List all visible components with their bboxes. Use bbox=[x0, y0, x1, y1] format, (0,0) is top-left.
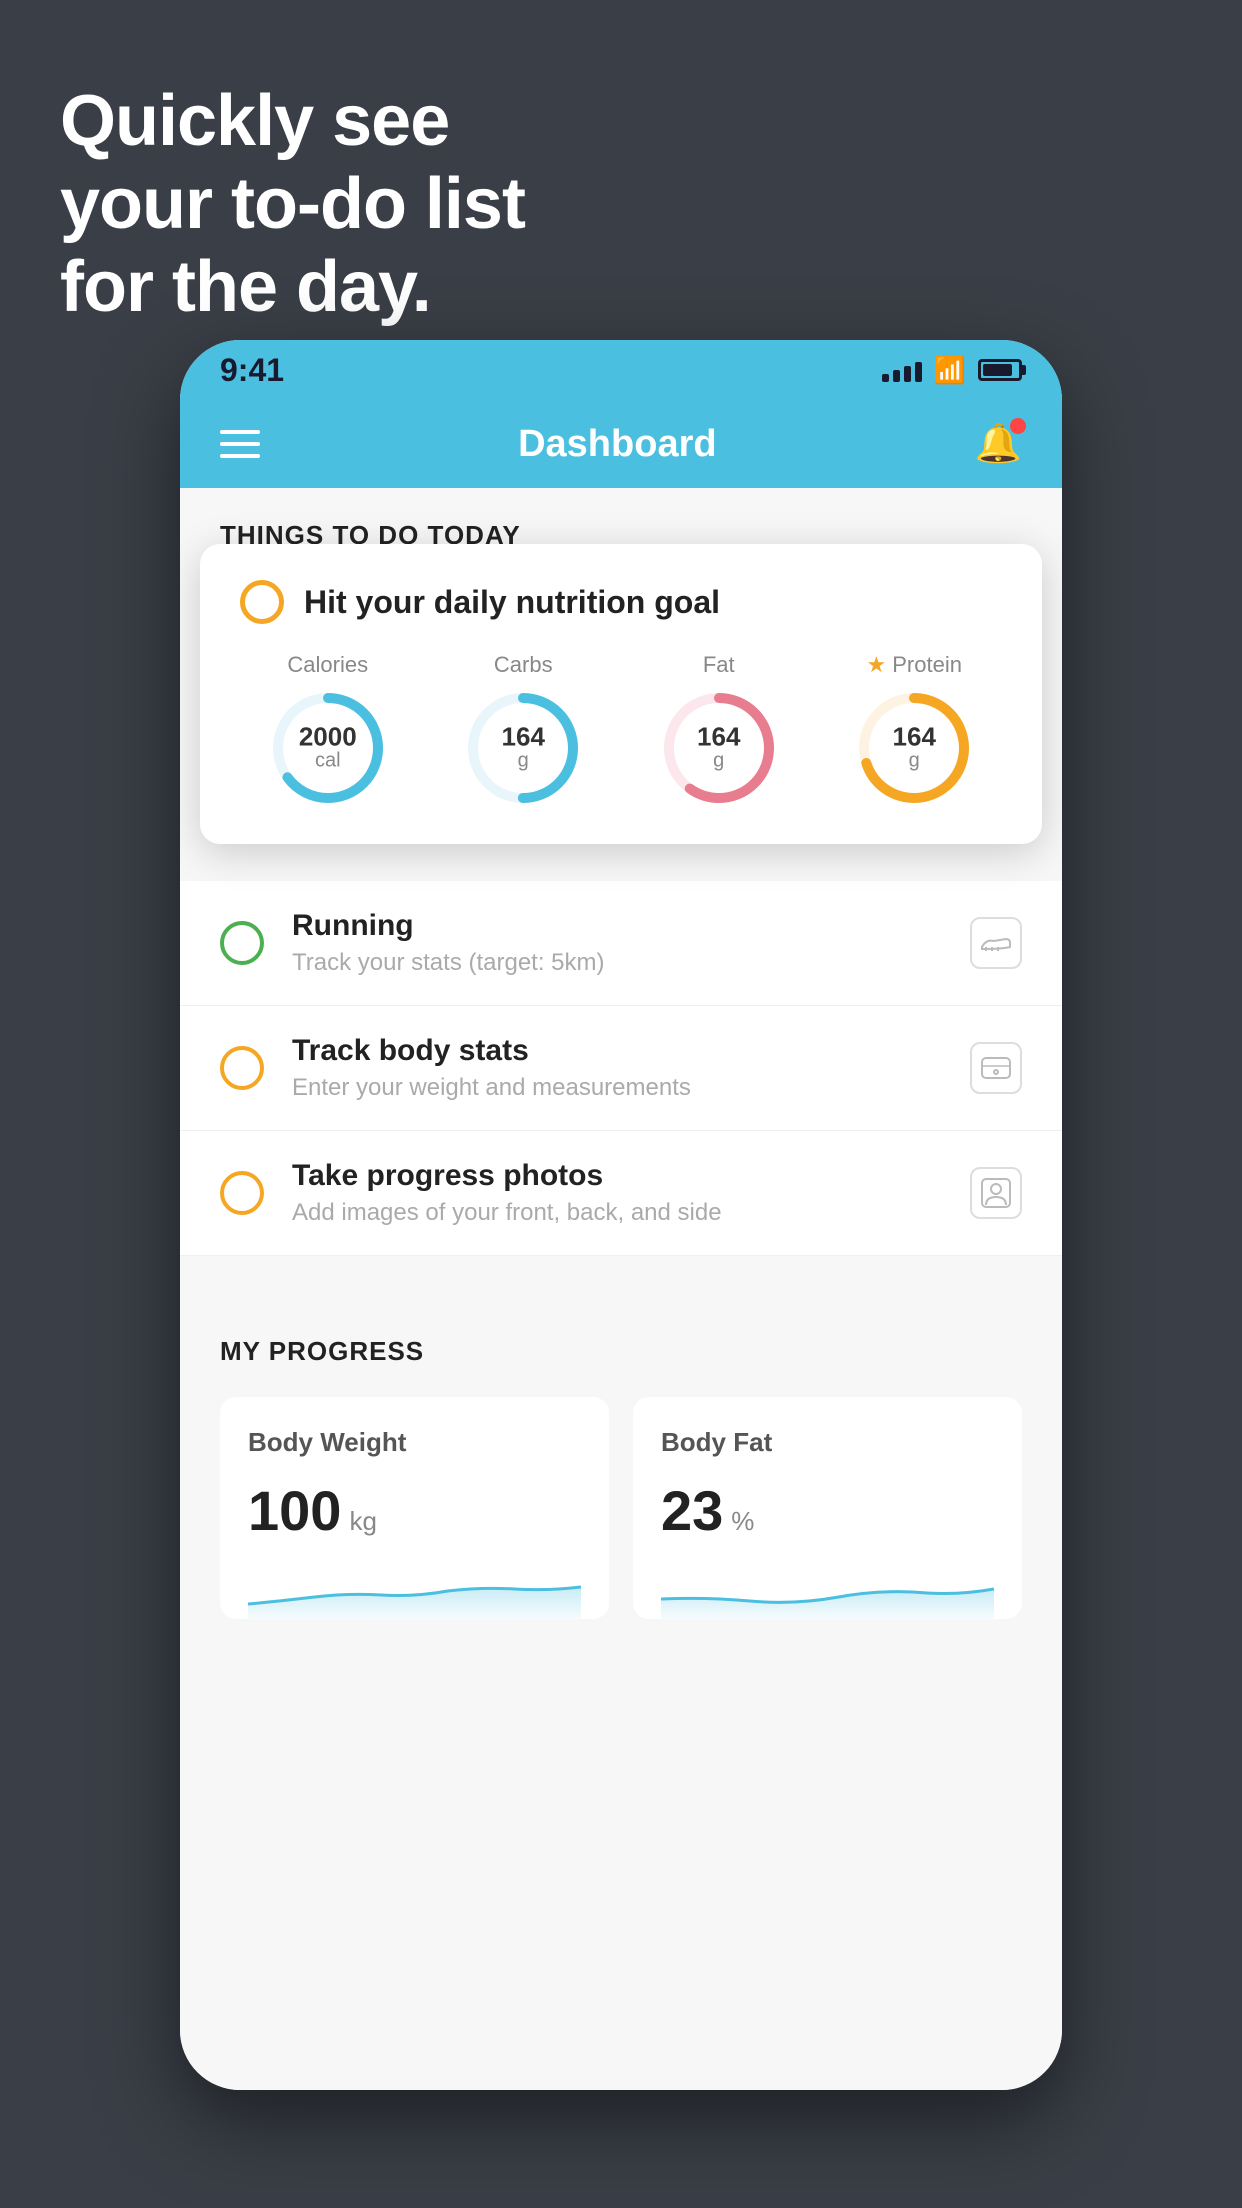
nutrition-card[interactable]: Hit your daily nutrition goal Calories 2… bbox=[200, 544, 1042, 844]
carbs-circle: 164 g bbox=[463, 688, 583, 808]
headline-line1: Quickly see bbox=[60, 80, 525, 163]
status-time: 9:41 bbox=[220, 352, 284, 389]
protein-value: 164 bbox=[893, 724, 936, 750]
body-weight-title: Body Weight bbox=[248, 1427, 581, 1458]
nutrition-carbs: Carbs 164 g bbox=[436, 652, 612, 808]
protein-unit: g bbox=[893, 750, 936, 773]
wifi-icon: 📶 bbox=[934, 355, 966, 386]
star-icon: ★ bbox=[867, 652, 887, 678]
nutrition-protein: ★ Protein 164 g bbox=[827, 652, 1003, 808]
todo-list: Running Track your stats (target: 5km) T… bbox=[180, 881, 1062, 1256]
todo-progress-photos-subtitle: Add images of your front, back, and side bbox=[292, 1199, 942, 1227]
calories-unit: cal bbox=[299, 750, 357, 773]
headline: Quickly see your to-do list for the day. bbox=[60, 80, 525, 328]
calories-value: 2000 bbox=[299, 724, 357, 750]
todo-progress-photos[interactable]: Take progress photos Add images of your … bbox=[180, 1131, 1062, 1256]
headline-line3: for the day. bbox=[60, 246, 525, 329]
nutrition-calories: Calories 2000 cal bbox=[240, 652, 416, 808]
calories-label: Calories bbox=[287, 652, 368, 678]
fat-unit: g bbox=[697, 750, 740, 773]
body-fat-chart bbox=[661, 1559, 994, 1619]
card-circle-icon bbox=[240, 580, 284, 624]
bell-icon[interactable]: 🔔 bbox=[975, 422, 1022, 466]
nutrition-fat: Fat 164 g bbox=[631, 652, 807, 808]
signal-icon bbox=[882, 358, 922, 382]
hamburger-menu[interactable] bbox=[220, 430, 260, 458]
phone-shell: 9:41 📶 Dashboard 🔔 bbox=[180, 340, 1062, 2090]
todo-running-title: Running bbox=[292, 909, 942, 943]
body-fat-unit: % bbox=[731, 1506, 754, 1537]
protein-label: Protein bbox=[892, 652, 962, 678]
calories-circle: 2000 cal bbox=[268, 688, 388, 808]
fat-circle: 164 g bbox=[659, 688, 779, 808]
todo-circle-progress-photos bbox=[220, 1171, 264, 1215]
scale-icon bbox=[970, 1042, 1022, 1094]
carbs-label: Carbs bbox=[494, 652, 553, 678]
body-fat-value: 23 bbox=[661, 1478, 723, 1543]
todo-circle-running bbox=[220, 921, 264, 965]
body-fat-title: Body Fat bbox=[661, 1427, 994, 1458]
app-content: THINGS TO DO TODAY Hit your daily nutrit… bbox=[180, 488, 1062, 2090]
nav-bar: Dashboard 🔔 bbox=[180, 400, 1062, 488]
body-weight-value: 100 bbox=[248, 1478, 341, 1543]
carbs-unit: g bbox=[502, 750, 545, 773]
todo-progress-photos-title: Take progress photos bbox=[292, 1159, 942, 1193]
todo-body-stats[interactable]: Track body stats Enter your weight and m… bbox=[180, 1006, 1062, 1131]
progress-cards: Body Weight 100 kg bbox=[220, 1397, 1022, 1619]
todo-body-stats-subtitle: Enter your weight and measurements bbox=[292, 1074, 942, 1102]
body-weight-chart bbox=[248, 1559, 581, 1619]
todo-body-stats-title: Track body stats bbox=[292, 1034, 942, 1068]
progress-section: MY PROGRESS Body Weight 100 kg bbox=[180, 1296, 1062, 1619]
nav-title: Dashboard bbox=[518, 423, 716, 466]
person-icon bbox=[970, 1167, 1022, 1219]
headline-line2: your to-do list bbox=[60, 163, 525, 246]
body-weight-card[interactable]: Body Weight 100 kg bbox=[220, 1397, 609, 1619]
battery-icon bbox=[978, 359, 1022, 381]
carbs-value: 164 bbox=[502, 724, 545, 750]
fat-label: Fat bbox=[703, 652, 735, 678]
status-icons: 📶 bbox=[882, 355, 1022, 386]
body-fat-card[interactable]: Body Fat 23 % bbox=[633, 1397, 1022, 1619]
notification-dot bbox=[1010, 418, 1026, 434]
status-bar: 9:41 📶 bbox=[180, 340, 1062, 400]
shoe-icon bbox=[970, 917, 1022, 969]
todo-running-subtitle: Track your stats (target: 5km) bbox=[292, 949, 942, 977]
fat-value: 164 bbox=[697, 724, 740, 750]
protein-circle: 164 g bbox=[854, 688, 974, 808]
card-header: Hit your daily nutrition goal bbox=[240, 580, 1002, 624]
progress-section-title: MY PROGRESS bbox=[220, 1336, 1022, 1367]
todo-circle-body-stats bbox=[220, 1046, 264, 1090]
todo-running[interactable]: Running Track your stats (target: 5km) bbox=[180, 881, 1062, 1006]
nutrition-grid: Calories 2000 cal Carbs bbox=[240, 652, 1002, 808]
body-weight-unit: kg bbox=[349, 1506, 376, 1537]
card-title: Hit your daily nutrition goal bbox=[304, 584, 720, 621]
